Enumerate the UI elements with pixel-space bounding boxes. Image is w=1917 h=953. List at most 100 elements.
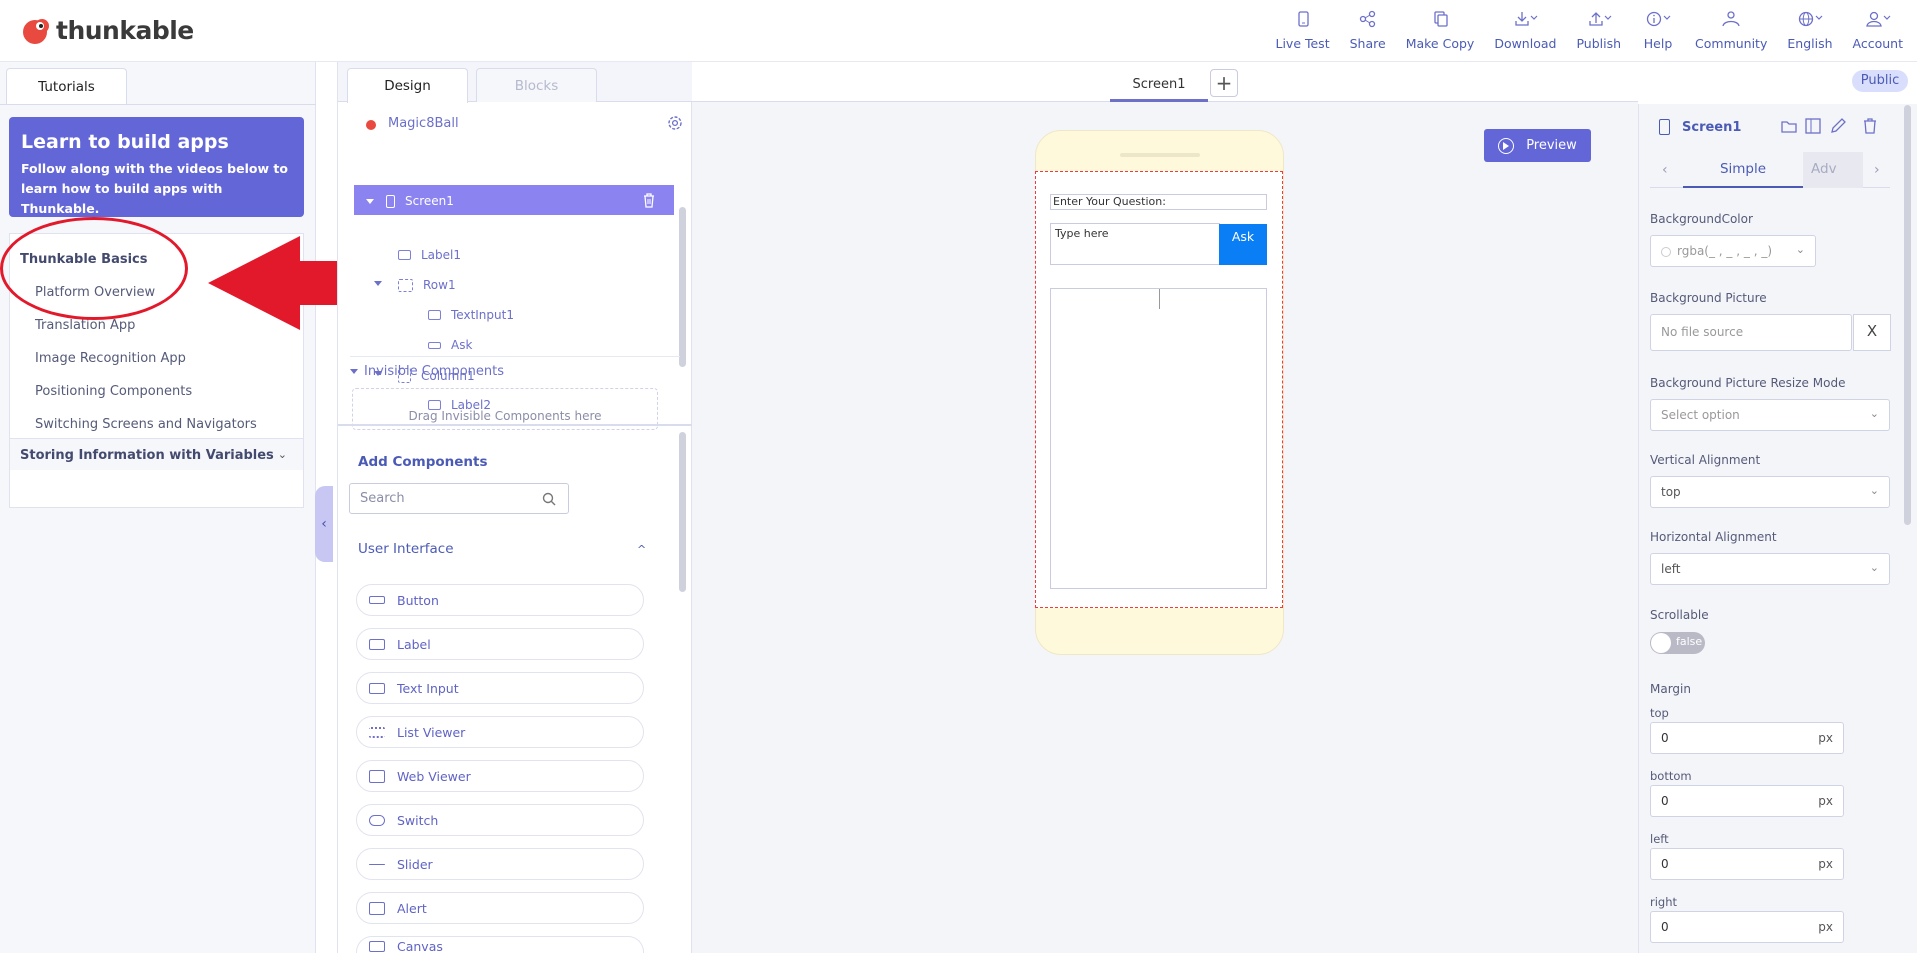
chevron-left-icon: ‹ bbox=[321, 516, 327, 532]
tab-advanced[interactable]: Adv bbox=[1803, 152, 1863, 188]
tree-item-screen1[interactable]: Screen1 bbox=[354, 185, 674, 215]
components-scrollbar[interactable] bbox=[679, 432, 686, 592]
tree-scrollbar[interactable] bbox=[679, 207, 686, 367]
tree-item-label1[interactable]: Label1 bbox=[398, 248, 461, 262]
preview-button[interactable]: Preview bbox=[1484, 129, 1591, 162]
add-components-header: Add Components bbox=[358, 454, 488, 470]
margin-left-input[interactable]: 0 px bbox=[1650, 848, 1844, 880]
backgroundcolor-picker[interactable]: rgba(_ , _ , _ , _) ⌄ bbox=[1650, 235, 1816, 267]
component-web-viewer[interactable]: Web Viewer bbox=[356, 760, 644, 792]
play-icon bbox=[1498, 137, 1515, 154]
layout-icon[interactable] bbox=[1804, 117, 1822, 135]
community-button[interactable]: Community bbox=[1695, 10, 1767, 51]
invisible-components-header[interactable]: Invisible Components bbox=[350, 364, 504, 379]
account-button[interactable]: Account bbox=[1853, 10, 1903, 51]
scrollable-toggle[interactable]: false bbox=[1650, 632, 1705, 654]
question-text-input[interactable]: Type here bbox=[1050, 223, 1220, 265]
user-icon bbox=[1865, 11, 1891, 27]
make-copy-button[interactable]: Make Copy bbox=[1406, 10, 1474, 51]
tree-item-row1[interactable]: Row1 bbox=[374, 278, 456, 292]
margin-unit: px bbox=[1818, 857, 1833, 871]
component-search-input[interactable]: Search bbox=[349, 483, 569, 514]
thunkable-logo[interactable]: thunkable bbox=[20, 14, 194, 46]
chevron-down-icon: ⌄ bbox=[1869, 407, 1879, 420]
tree-item-ask[interactable]: Ask bbox=[428, 338, 472, 352]
text-input-icon bbox=[428, 310, 441, 320]
component-label: Text Input bbox=[397, 680, 459, 696]
ask-button[interactable]: Ask bbox=[1219, 224, 1267, 265]
app-root-row[interactable]: Magic8Ball bbox=[364, 116, 459, 131]
clear-picture-button[interactable]: X bbox=[1853, 314, 1891, 351]
component-alert[interactable]: Alert bbox=[356, 892, 644, 924]
backgroundcolor-value: rgba(_ , _ , _ , _) bbox=[1677, 244, 1773, 258]
web-icon bbox=[369, 769, 385, 783]
tutorial-item[interactable]: Image Recognition App bbox=[35, 351, 186, 366]
tab-simple[interactable]: Simple bbox=[1683, 152, 1803, 188]
component-label: Label bbox=[397, 636, 431, 652]
add-folder-icon[interactable] bbox=[1780, 117, 1798, 135]
add-screen-button[interactable]: + bbox=[1210, 69, 1238, 97]
margin-value: 0 bbox=[1661, 857, 1669, 871]
tab-tutorials[interactable]: Tutorials bbox=[6, 68, 127, 104]
download-button[interactable]: Download bbox=[1494, 10, 1556, 51]
chevron-left-icon[interactable]: ‹ bbox=[1662, 162, 1668, 178]
component-slider[interactable]: Slider bbox=[356, 848, 644, 880]
screen-tabs: Screen1 + bbox=[692, 62, 1638, 102]
component-text-input[interactable]: Text Input bbox=[356, 672, 644, 704]
resize-mode-select[interactable]: Select option ⌄ bbox=[1650, 399, 1890, 431]
margin-unit: px bbox=[1818, 731, 1833, 745]
live-test-button[interactable]: Live Test bbox=[1275, 10, 1330, 51]
brand-name: thunkable bbox=[56, 15, 194, 45]
column1-container[interactable] bbox=[1050, 288, 1267, 589]
search-placeholder: Search bbox=[360, 491, 405, 506]
trash-icon[interactable] bbox=[642, 192, 656, 208]
margin-top-input[interactable]: 0 px bbox=[1650, 722, 1844, 754]
edit-pencil-icon[interactable] bbox=[1829, 117, 1847, 135]
tree-item-textinput1[interactable]: TextInput1 bbox=[428, 308, 514, 322]
tab-blocks[interactable]: Blocks bbox=[476, 68, 597, 102]
learn-card: Learn to build apps Follow along with th… bbox=[9, 117, 304, 217]
chevron-up-icon[interactable]: ^ bbox=[637, 543, 646, 556]
panel-resize-divider[interactable] bbox=[338, 424, 693, 426]
component-label[interactable]: Label bbox=[356, 628, 644, 660]
invisible-components-label: Invisible Components bbox=[364, 364, 505, 379]
language-button[interactable]: English bbox=[1787, 10, 1833, 51]
margin-bottom-input[interactable]: 0 px bbox=[1650, 785, 1844, 817]
margin-top-label: top bbox=[1650, 706, 1669, 720]
globe-icon bbox=[1798, 11, 1823, 27]
component-canvas[interactable]: Canvas bbox=[356, 936, 644, 953]
component-label: Web Viewer bbox=[397, 768, 471, 784]
publish-button[interactable]: Publish bbox=[1576, 10, 1621, 51]
tree-screen1-inner: Screen1 bbox=[366, 194, 454, 208]
tab-design[interactable]: Design bbox=[347, 68, 468, 103]
scrollable-label: Scrollable bbox=[1650, 608, 1709, 622]
tutorial-item[interactable]: Switching Screens and Navigators bbox=[35, 417, 257, 432]
background-picture-field[interactable]: No file source bbox=[1650, 314, 1852, 351]
download-label: Download bbox=[1494, 36, 1557, 51]
properties-scrollbar[interactable] bbox=[1904, 105, 1911, 525]
settings-gear-icon[interactable] bbox=[666, 114, 684, 132]
component-list-viewer[interactable]: List Viewer bbox=[356, 716, 644, 748]
tutorial-item[interactable]: Translation App bbox=[35, 318, 135, 333]
collapse-tutorials-button[interactable]: ‹ bbox=[315, 486, 333, 562]
thunkable-logo-icon bbox=[20, 14, 50, 46]
help-button[interactable]: Help bbox=[1641, 10, 1675, 51]
component-button[interactable]: Button bbox=[356, 584, 644, 616]
vertical-alignment-select[interactable]: top ⌄ bbox=[1650, 476, 1890, 508]
chevron-right-icon[interactable]: › bbox=[1874, 162, 1880, 178]
language-label: English bbox=[1787, 36, 1833, 51]
tab-screen1[interactable]: Screen1 bbox=[1110, 72, 1208, 102]
user-interface-header[interactable]: User Interface bbox=[358, 541, 454, 557]
horizontal-alignment-select[interactable]: left ⌄ bbox=[1650, 553, 1890, 585]
tutorial-section-variables-row[interactable]: Storing Information with Variables ⌄ bbox=[10, 438, 303, 470]
component-switch[interactable]: Switch bbox=[356, 804, 644, 836]
share-button[interactable]: Share bbox=[1350, 10, 1386, 51]
margin-right-input[interactable]: 0 px bbox=[1650, 911, 1844, 943]
question-label[interactable]: Enter Your Question: bbox=[1050, 194, 1267, 210]
trash-icon[interactable] bbox=[1861, 117, 1879, 135]
caret-down-icon bbox=[350, 369, 358, 374]
tree-label: TextInput1 bbox=[451, 308, 514, 322]
tutorial-item[interactable]: Positioning Components bbox=[35, 384, 192, 399]
margin-value: 0 bbox=[1661, 920, 1669, 934]
public-badge[interactable]: Public bbox=[1852, 70, 1908, 92]
